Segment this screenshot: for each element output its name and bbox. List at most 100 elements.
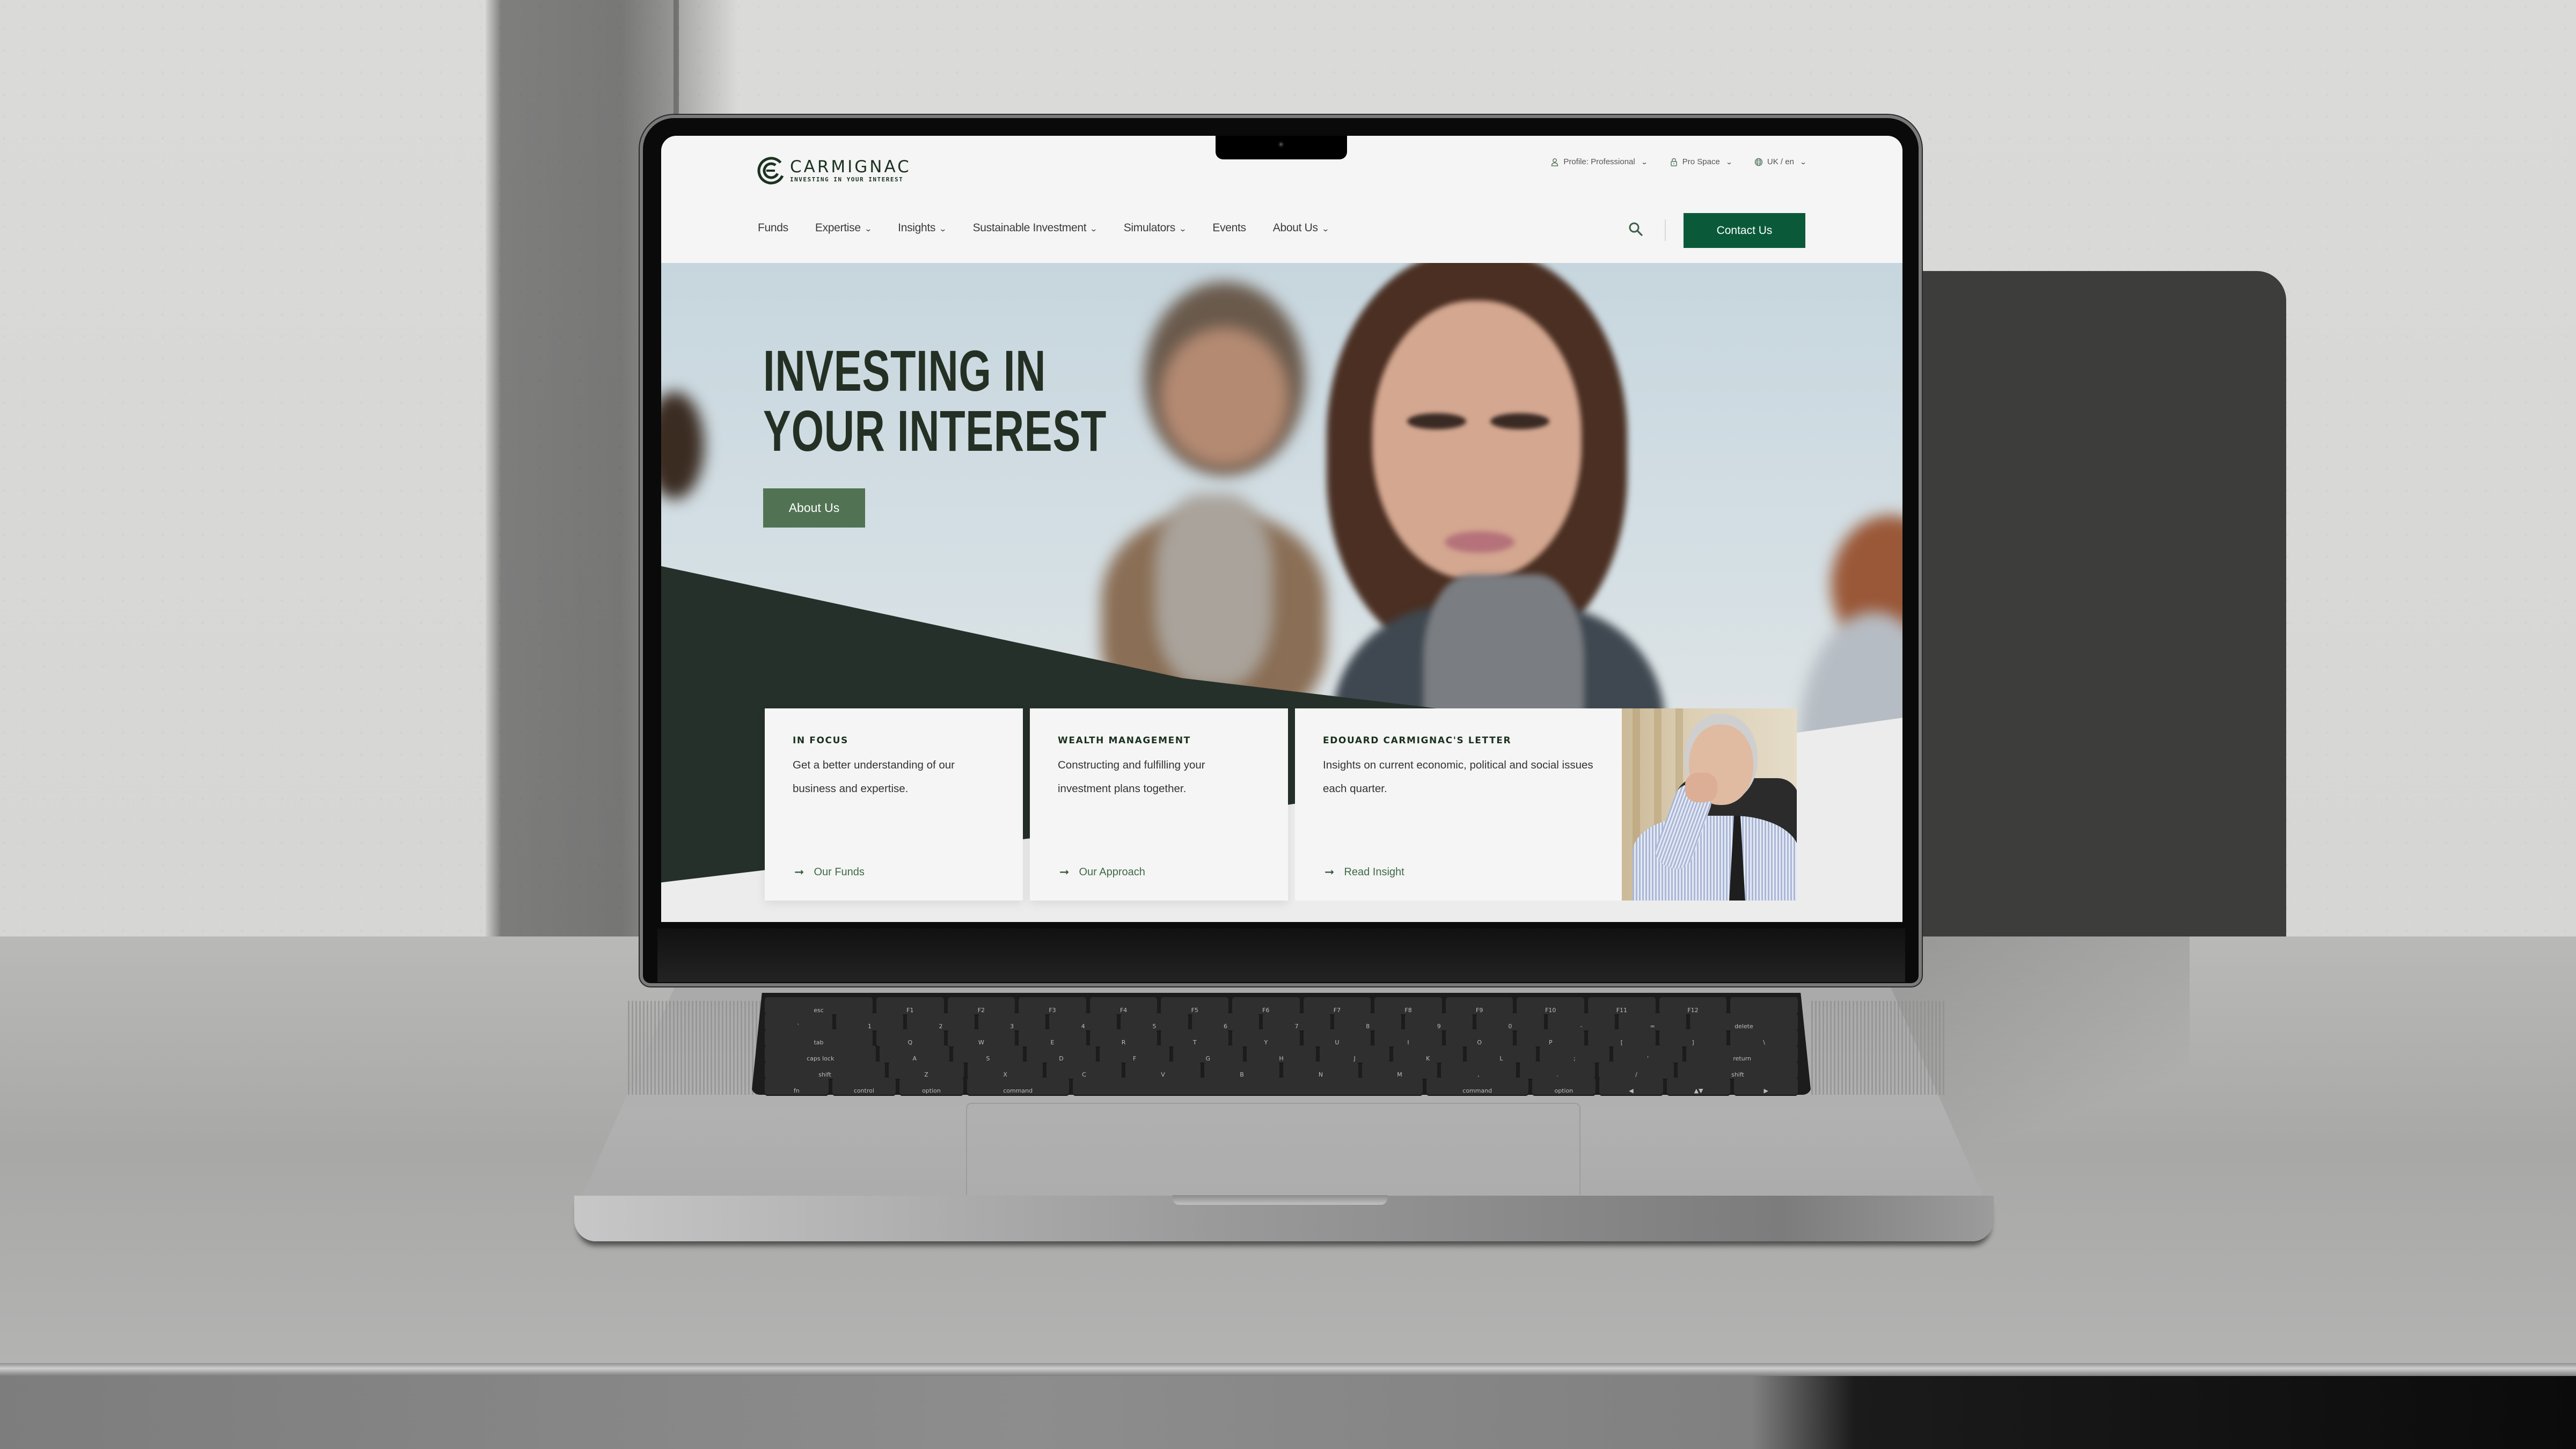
feature-cards: IN FOCUS Get a better understanding of o…	[765, 708, 1797, 901]
search-button[interactable]	[1627, 221, 1644, 238]
utility-bar: Profile: Professional ⌄ Pro Space ⌄ UK /…	[1550, 157, 1807, 166]
locale-dropdown[interactable]: UK / en ⌄	[1754, 157, 1807, 166]
main-nav: Funds Expertise ⌄ Insights ⌄ Sustainable I…	[758, 222, 1330, 235]
keyboard-key: N	[1283, 1062, 1358, 1080]
hero-title-line-1: INVESTING IN	[763, 338, 1046, 403]
keyboard-key: I	[1374, 1029, 1442, 1048]
nav-item-sustainable-investment[interactable]: Sustainable Investment ⌄	[972, 222, 1098, 235]
nav-label: Funds	[758, 222, 788, 234]
keyboard-key: delete	[1689, 1013, 1798, 1031]
nav-divider	[1665, 219, 1666, 241]
keyboard-key: -	[1547, 1013, 1615, 1031]
keyboard-key: P	[1517, 1029, 1585, 1048]
laptop-chin	[657, 928, 1905, 982]
keyboard-key: 2	[907, 1013, 975, 1031]
nav-item-funds[interactable]: Funds	[758, 222, 788, 235]
arrow-right-icon: ➞	[1059, 865, 1070, 879]
nav-label: Sustainable Investment	[972, 222, 1087, 234]
keyboard-key: O	[1445, 1029, 1513, 1048]
desk-front	[0, 1376, 2576, 1449]
hero-section: INVESTING IN YOUR INTEREST About Us IN F…	[661, 263, 1902, 922]
logo-name: CARMIGNAC	[790, 157, 911, 177]
keyboard-key: 7	[1263, 1013, 1330, 1031]
keyboard-key: F5	[1161, 997, 1229, 1015]
nav-item-about-us[interactable]: About Us ⌄	[1272, 222, 1330, 235]
keyboard-key: shift	[1678, 1062, 1798, 1080]
card-in-focus: IN FOCUS Get a better understanding of o…	[765, 708, 1023, 901]
keyboard-key: V	[1125, 1062, 1201, 1080]
nav-item-events[interactable]: Events	[1212, 222, 1246, 235]
keyboard-key: W	[947, 1029, 1015, 1048]
profile-dropdown[interactable]: Profile: Professional ⌄	[1550, 157, 1648, 166]
nav-label: About Us	[1272, 222, 1318, 234]
carmignac-logo-icon	[757, 157, 785, 185]
globe-icon	[1754, 158, 1763, 166]
card-title: WEALTH MANAGEMENT	[1058, 735, 1191, 746]
about-us-button[interactable]: About Us	[763, 488, 865, 528]
keyboard-key: 9	[1405, 1013, 1473, 1031]
keyboard-key: '	[1613, 1045, 1683, 1064]
card-letter-group: EDOUARD CARMIGNAC'S LETTER Insights on c…	[1295, 708, 1797, 901]
man-sweater	[1155, 494, 1273, 687]
keyboard-row-modifiers: fn control option command command option ◀ ▲▼ ▶	[765, 1078, 1798, 1096]
keyboard-key: 1	[836, 1013, 904, 1031]
trackpad[interactable]	[966, 1103, 1580, 1195]
card-wealth-management: WEALTH MANAGEMENT Constructing and fulfi…	[1030, 708, 1288, 901]
our-approach-link[interactable]: ➞ Our Approach	[1059, 865, 1145, 879]
dark-panel	[1900, 271, 2286, 936]
arrow-right-icon: ➞	[1324, 865, 1335, 879]
chevron-down-icon: ⌄	[1089, 224, 1098, 233]
nav-item-insights[interactable]: Insights ⌄	[898, 222, 947, 235]
arrow-right-icon: ➞	[794, 865, 804, 879]
our-funds-link[interactable]: ➞ Our Funds	[794, 865, 865, 879]
keyboard-key: M	[1362, 1062, 1437, 1080]
nav-item-expertise[interactable]: Expertise ⌄	[815, 222, 872, 235]
keyboard-key: tab	[765, 1029, 873, 1048]
portrait-photo	[1622, 708, 1797, 901]
keyboard-key: =	[1619, 1013, 1686, 1031]
nav-item-simulators[interactable]: Simulators ⌄	[1124, 222, 1187, 235]
hero-title-line-2: YOUR INTEREST	[763, 398, 1107, 463]
hero-title: INVESTING IN YOUR INTEREST	[763, 341, 1107, 461]
card-edouard-letter: EDOUARD CARMIGNAC'S LETTER Insights on c…	[1295, 708, 1622, 901]
keyboard-key: C	[1046, 1062, 1122, 1080]
nav-label: Insights	[898, 222, 936, 234]
locale-label: UK / en	[1767, 157, 1794, 166]
keyboard-key: fn	[765, 1078, 829, 1096]
keyboard-key: \	[1730, 1029, 1798, 1048]
pro-space-dropdown[interactable]: Pro Space ⌄	[1670, 157, 1732, 166]
keyboard-key: .	[1520, 1062, 1595, 1080]
keyboard-key: H	[1246, 1045, 1316, 1064]
keyboard-key: return	[1686, 1045, 1798, 1064]
logo-tagline: INVESTING IN YOUR INTEREST	[790, 176, 904, 183]
keyboard-key: ]	[1659, 1029, 1727, 1048]
keyboard-key: L	[1466, 1045, 1536, 1064]
nav-label: Events	[1212, 222, 1246, 234]
keyboard-row-function: esc F1 F2 F3 F4 F5 F6 F7 F8 F9 F10 F11 F12	[765, 997, 1798, 1015]
card-description: Constructing and fulfilling your investm…	[1058, 759, 1205, 795]
camera-notch	[1216, 136, 1347, 159]
keyboard-key: ▶	[1734, 1078, 1798, 1096]
woman-eye-right	[1490, 413, 1549, 429]
keyboard-key: option	[899, 1078, 963, 1096]
lid-opening-notch	[1173, 1195, 1387, 1205]
lock-icon	[1671, 158, 1677, 166]
portrait-hand	[1685, 773, 1717, 802]
camera-icon	[1278, 141, 1284, 148]
keyboard-key: ;	[1540, 1045, 1609, 1064]
keyboard-key: 5	[1121, 1013, 1188, 1031]
carmignac-logo[interactable]: CARMIGNAC INVESTING IN YOUR INTEREST	[757, 156, 911, 185]
chevron-down-icon: ⌄	[939, 224, 947, 233]
keyboard-row-qwerty: tab Q W E R T Y U I O P[] \	[765, 1029, 1798, 1048]
speaker-grille-right	[1811, 1001, 1945, 1095]
search-icon	[1629, 222, 1643, 236]
keyboard-key: U	[1303, 1029, 1371, 1048]
contact-us-button[interactable]: Contact Us	[1684, 213, 1805, 248]
keyboard-key: 4	[1049, 1013, 1117, 1031]
keyboard-row-numbers: ` 1 2 3 4 5 6 7 8 9 0- = delete	[765, 1013, 1798, 1031]
read-insight-link[interactable]: ➞ Read Insight	[1324, 865, 1404, 879]
keyboard-key	[1730, 997, 1798, 1015]
chevron-down-icon: ⌄	[1641, 158, 1648, 166]
keyboard-key: K	[1393, 1045, 1463, 1064]
keyboard-key: J	[1320, 1045, 1389, 1064]
